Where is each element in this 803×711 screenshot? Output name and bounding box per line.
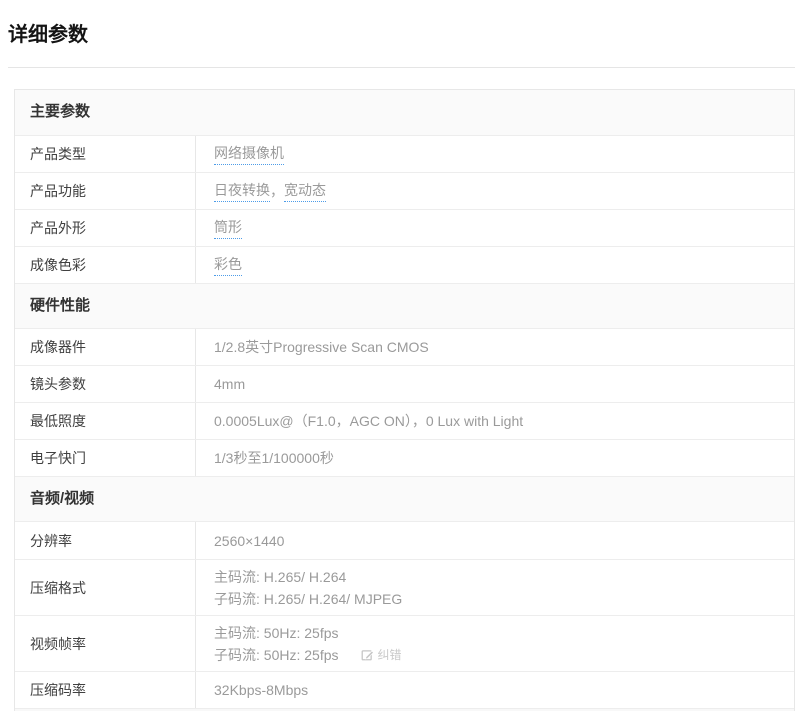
row-value: 网络摄像机: [196, 136, 794, 172]
value-link-product-type[interactable]: 网络摄像机: [214, 143, 284, 165]
row-value: 2560×1440: [196, 522, 794, 559]
row-label: 成像色彩: [15, 247, 196, 283]
row-label: 产品外形: [15, 210, 196, 246]
row-value: 1/2.8英寸Progressive Scan CMOS: [196, 329, 794, 365]
row-label: 产品功能: [15, 173, 196, 209]
table-row-resolution: 分辨率 2560×1440: [15, 521, 794, 559]
row-label: 电子快门: [15, 440, 196, 476]
page-title: 详细参数: [8, 22, 795, 48]
row-label: 视频帧率: [15, 616, 196, 671]
value-line-main-stream: 主码流: H.265/ H.264: [214, 566, 346, 588]
row-value: 32Kbps-8Mbps: [196, 672, 794, 708]
row-value: 0.0005Lux@（F1.0，AGC ON），0 Lux with Light: [196, 403, 794, 439]
edit-icon: [361, 648, 378, 661]
value-text: 1/2.8英寸Progressive Scan CMOS: [214, 337, 429, 357]
row-value: 主码流: H.265/ H.264 子码流: H.265/ H.264/ MJP…: [196, 560, 794, 615]
row-label: 最低照度: [15, 403, 196, 439]
section-header-audio-video: 音频/视频: [15, 476, 794, 521]
value-link-bullet-shape[interactable]: 筒形: [214, 217, 242, 239]
row-value: 彩色: [196, 247, 794, 283]
table-row-bitrate: 压缩码率 32Kbps-8Mbps: [15, 671, 794, 708]
correction-label: 纠错: [378, 644, 402, 666]
section-header-main: 主要参数: [15, 90, 794, 135]
value-text: 1/3秒至1/100000秒: [214, 448, 334, 468]
row-label: 分辨率: [15, 522, 196, 559]
row-label: 成像器件: [15, 329, 196, 365]
value-text: 子码流: 50Hz: 25fps: [214, 644, 339, 666]
value-line-sub-stream: 子码流: 50Hz: 25fps 纠错: [214, 644, 402, 666]
table-row-lens: 镜头参数 4mm: [15, 365, 794, 402]
value-text: 2560×1440: [214, 533, 284, 549]
value-link-day-night[interactable]: 日夜转换: [214, 180, 270, 202]
table-row-shutter: 电子快门 1/3秒至1/100000秒: [15, 439, 794, 476]
section-header-hardware: 硬件性能: [15, 283, 794, 328]
table-row-compression-format: 压缩格式 主码流: H.265/ H.264 子码流: H.265/ H.264…: [15, 559, 794, 615]
correction-link[interactable]: 纠错: [361, 644, 402, 666]
row-value: 日夜转换 ， 宽动态: [196, 173, 794, 209]
value-line-main-stream: 主码流: 50Hz: 25fps: [214, 622, 339, 644]
row-label: 压缩格式: [15, 560, 196, 615]
row-value: 主码流: 50Hz: 25fps 子码流: 50Hz: 25fps 纠错: [196, 616, 794, 671]
title-divider: [8, 67, 795, 68]
value-text: 0.0005Lux@（F1.0，AGC ON），0 Lux with Light: [214, 411, 523, 431]
spec-table: 主要参数 产品类型 网络摄像机 产品功能 日夜转换 ， 宽动态 产品外形 筒形 …: [14, 89, 795, 711]
row-label: 镜头参数: [15, 366, 196, 402]
table-row-image-color: 成像色彩 彩色: [15, 246, 794, 283]
table-row-product-shape: 产品外形 筒形: [15, 209, 794, 246]
value-text: 32Kbps-8Mbps: [214, 682, 308, 698]
link-separator: ，: [270, 181, 284, 201]
value-link-wdr[interactable]: 宽动态: [284, 180, 326, 202]
row-label: 产品类型: [15, 136, 196, 172]
table-row-product-type: 产品类型 网络摄像机: [15, 135, 794, 172]
value-link-color[interactable]: 彩色: [214, 254, 242, 276]
row-value: 筒形: [196, 210, 794, 246]
table-row-sensor: 成像器件 1/2.8英寸Progressive Scan CMOS: [15, 328, 794, 365]
row-value: 4mm: [196, 366, 794, 402]
value-text: 4mm: [214, 376, 245, 392]
table-row-frame-rate: 视频帧率 主码流: 50Hz: 25fps 子码流: 50Hz: 25fps 纠…: [15, 615, 794, 671]
row-value: 1/3秒至1/100000秒: [196, 440, 794, 476]
row-label: 压缩码率: [15, 672, 196, 708]
table-row-min-illumination: 最低照度 0.0005Lux@（F1.0，AGC ON），0 Lux with …: [15, 402, 794, 439]
table-row-product-function: 产品功能 日夜转换 ， 宽动态: [15, 172, 794, 209]
value-line-sub-stream: 子码流: H.265/ H.264/ MJPEG: [214, 588, 402, 610]
